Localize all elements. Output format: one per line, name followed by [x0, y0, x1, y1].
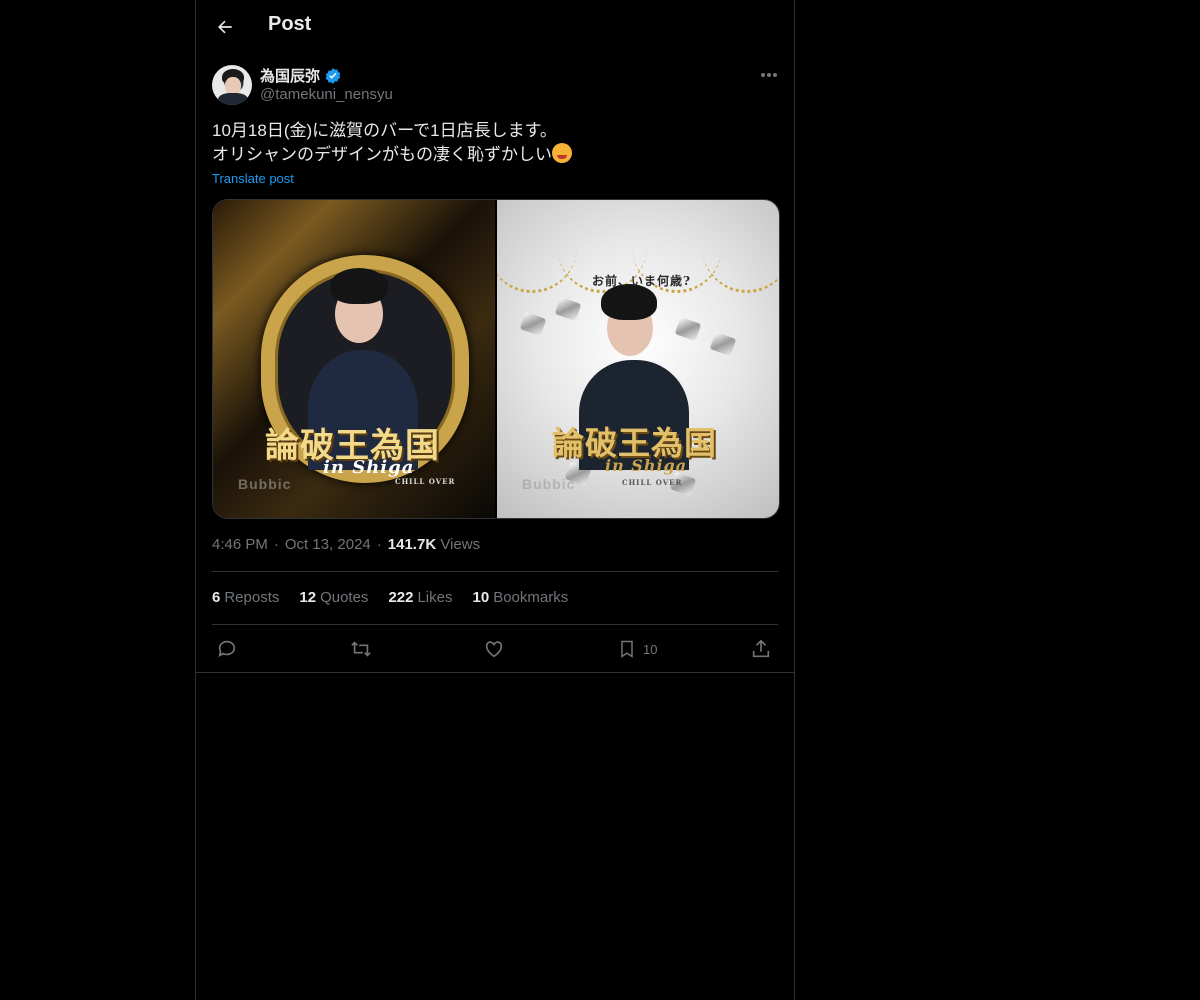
avatar[interactable]: [212, 65, 252, 105]
stat-reposts[interactable]: 6 Reposts: [212, 589, 279, 606]
left-image-subtitle: in Shiga: [323, 457, 415, 478]
stat-bookmarks[interactable]: 10 Bookmarks: [473, 589, 569, 606]
right-image-subtitle: in Shiga: [605, 456, 688, 475]
media-image-left[interactable]: 論破王為国 in Shiga CHILL OVER Bubbic: [213, 200, 495, 518]
heart-icon: [485, 641, 503, 658]
verified-badge-icon: [325, 67, 341, 84]
post-text-line-1: 10月18日(金)に滋賀のバーで1日店長します。: [212, 121, 557, 140]
more-options-button[interactable]: [756, 64, 782, 86]
reply-button[interactable]: [216, 637, 238, 661]
author-display-name[interactable]: 為国辰弥: [260, 65, 320, 86]
post-text: 10月18日(金)に滋賀のバーで1日店長します。 オリシャンのデザインがもの凄く…: [212, 119, 772, 167]
share-button[interactable]: [750, 637, 772, 661]
repost-icon: [351, 641, 371, 657]
reply-icon: [218, 640, 236, 657]
post-meta: 4:46 PM · Oct 13, 2024 · 141.7K Views: [212, 536, 481, 553]
right-image-top-text: お前、いま何歳?: [592, 274, 692, 288]
flushed-face-emoji-icon: [552, 143, 572, 163]
arrow-left-icon: [218, 20, 232, 34]
divider: [196, 672, 794, 673]
post-stats: 6 Reposts 12 Quotes 222 Likes 10 Bookmarks: [212, 589, 568, 606]
author-name-row[interactable]: 為国辰弥: [260, 65, 342, 86]
bookmark-count: 10: [643, 641, 658, 657]
repost-button[interactable]: [349, 637, 373, 661]
left-image-watermark: Bubbic: [238, 476, 292, 492]
page-title: Post: [268, 13, 312, 35]
share-icon: [752, 639, 770, 658]
back-button[interactable]: [208, 10, 242, 44]
post-text-line-2: オリシャンのデザインがもの凄く恥ずかしい: [212, 145, 552, 164]
post-time[interactable]: 4:46 PM: [212, 536, 268, 553]
translate-post-link[interactable]: Translate post: [212, 171, 294, 186]
post-date[interactable]: Oct 13, 2024: [285, 536, 371, 553]
like-button[interactable]: [483, 637, 505, 661]
right-image-brand: CHILL OVER: [622, 478, 683, 487]
post-column: Post 為国辰弥 @tamekuni_nensyu 10月18日(金)に滋賀の…: [195, 0, 795, 1000]
post-media: 論破王為国 in Shiga CHILL OVER Bubbic お前、いま何歳…: [212, 199, 780, 519]
author-handle[interactable]: @tamekuni_nensyu: [260, 86, 393, 103]
media-image-right[interactable]: お前、いま何歳? 論破王為国 in Shiga CHILL OVER Bubbi…: [497, 200, 779, 518]
divider: [212, 571, 778, 572]
bookmark-button[interactable]: 10: [617, 637, 657, 661]
bookmark-icon: [621, 640, 633, 658]
post-header: Post: [196, 0, 794, 53]
right-image-watermark: Bubbic: [522, 476, 576, 492]
stat-likes[interactable]: 222 Likes: [388, 589, 452, 606]
action-bar: 10: [212, 637, 778, 663]
left-image-brand: CHILL OVER: [395, 477, 456, 486]
stat-quotes[interactable]: 12 Quotes: [299, 589, 368, 606]
divider: [212, 624, 778, 625]
views-label: Views: [440, 536, 481, 553]
views-count: 141.7K: [387, 536, 437, 553]
more-horizontal-icon: [761, 73, 777, 77]
